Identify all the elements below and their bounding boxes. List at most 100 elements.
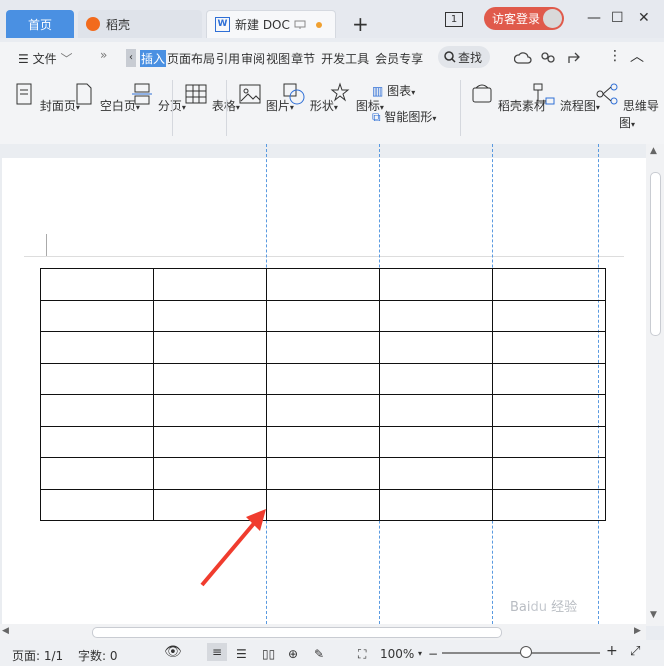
page-view-icon[interactable]: ≡ xyxy=(207,643,227,661)
fullscreen-icon[interactable]: ⤢ xyxy=(630,644,640,659)
page-indicator[interactable]: 页面: 1/1 xyxy=(12,647,63,664)
tab-view[interactable]: 视图 xyxy=(266,50,290,67)
ribbon-scroll-right-icon[interactable]: › xyxy=(650,102,654,113)
reading-view-icon[interactable]: ▯▯ xyxy=(262,647,275,661)
outline-view-icon[interactable]: ☰ xyxy=(236,647,247,661)
tab-member[interactable]: 会员专享 xyxy=(375,50,423,67)
word-count[interactable]: 字数: 0 xyxy=(78,647,118,664)
table-cell[interactable] xyxy=(153,394,267,427)
window-count-badge[interactable]: 1 xyxy=(445,12,463,27)
new-tab-button[interactable]: + xyxy=(352,12,369,36)
table-cell[interactable] xyxy=(40,299,154,332)
table-row[interactable] xyxy=(40,394,606,427)
table-cell[interactable] xyxy=(266,394,380,427)
table-cell[interactable] xyxy=(40,394,154,427)
web-view-icon[interactable]: ⊕ xyxy=(288,647,298,661)
table-cell[interactable] xyxy=(40,457,154,490)
tab-insert[interactable]: 插入 xyxy=(140,50,167,67)
table-cell[interactable] xyxy=(492,299,606,332)
table-row[interactable] xyxy=(40,457,606,490)
tab-home[interactable]: 首页 xyxy=(6,10,74,38)
fit-page-icon[interactable]: ⛶ xyxy=(358,647,366,662)
table-cell[interactable] xyxy=(266,425,380,458)
table-cell[interactable] xyxy=(379,268,493,301)
table-row[interactable] xyxy=(40,299,606,332)
horizontal-scrollbar[interactable]: ◀ ▶ xyxy=(0,624,646,640)
file-menu-button[interactable]: ☰ 文件 ﹀ xyxy=(18,50,72,67)
minimize-button[interactable]: — xyxy=(587,10,601,26)
scroll-left-icon[interactable]: ◀ xyxy=(2,626,9,636)
table-cell[interactable] xyxy=(153,268,267,301)
table-cell[interactable] xyxy=(153,425,267,458)
table-cell[interactable] xyxy=(153,331,267,364)
table-cell[interactable] xyxy=(492,425,606,458)
table-cell[interactable] xyxy=(266,362,380,395)
table-cell[interactable] xyxy=(266,488,380,521)
close-button[interactable]: ✕ xyxy=(638,10,650,26)
login-button[interactable]: 访客登录 xyxy=(484,7,564,30)
zoom-in-icon[interactable]: + xyxy=(606,643,618,659)
tab-developer[interactable]: 开发工具 xyxy=(321,50,369,67)
zoom-slider-knob[interactable] xyxy=(520,646,532,658)
table-cell[interactable] xyxy=(379,331,493,364)
table-cell[interactable] xyxy=(153,299,267,332)
table-row[interactable] xyxy=(40,425,606,458)
eye-protection-icon[interactable]: 👁 xyxy=(164,644,182,660)
tab-references[interactable]: 引用 xyxy=(216,50,240,67)
document-table[interactable] xyxy=(40,268,606,521)
table-cell[interactable] xyxy=(379,425,493,458)
collapse-ribbon-icon[interactable]: ︿ xyxy=(630,46,644,66)
table-cell[interactable] xyxy=(492,394,606,427)
table-cell[interactable] xyxy=(40,362,154,395)
table-cell[interactable] xyxy=(379,299,493,332)
table-row[interactable] xyxy=(40,362,606,395)
table-cell[interactable] xyxy=(379,457,493,490)
table-cell[interactable] xyxy=(379,362,493,395)
table-row[interactable] xyxy=(40,331,606,364)
table-cell[interactable] xyxy=(40,331,154,364)
table-cell[interactable] xyxy=(40,488,154,521)
page-break-button[interactable]: 分页▾ xyxy=(130,82,186,114)
table-cell[interactable] xyxy=(266,299,380,332)
pen-icon[interactable]: ✎ xyxy=(314,647,324,661)
zoom-out-icon[interactable]: − xyxy=(428,647,438,661)
vertical-scroll-thumb[interactable] xyxy=(650,172,661,336)
scroll-down-icon[interactable]: ▼ xyxy=(650,610,657,620)
scroll-up-icon[interactable]: ▲ xyxy=(650,146,657,156)
more-options-icon[interactable]: ⋮ xyxy=(608,48,622,64)
share-icon[interactable] xyxy=(566,50,582,66)
search-button[interactable]: 查找 xyxy=(438,46,490,68)
table-cell[interactable] xyxy=(492,362,606,395)
table-cell[interactable] xyxy=(153,457,267,490)
tab-daoke[interactable]: 稻壳 xyxy=(78,10,202,38)
table-cell[interactable] xyxy=(266,268,380,301)
collaborate-icon[interactable] xyxy=(540,50,556,66)
zoom-level[interactable]: 100% xyxy=(380,647,414,661)
document-area[interactable] xyxy=(0,144,646,624)
maximize-button[interactable]: ☐ xyxy=(611,10,624,26)
cover-page-button[interactable]: 封面页▾ xyxy=(12,82,80,114)
table-cell[interactable] xyxy=(379,488,493,521)
tab-page-layout[interactable]: 页面布局 xyxy=(167,50,215,67)
vertical-scrollbar[interactable]: ▲ ▼ xyxy=(646,144,664,626)
more-tabs-icon[interactable]: » xyxy=(100,48,107,62)
tab-chapter[interactable]: 章节 xyxy=(291,50,315,67)
horizontal-scroll-thumb[interactable] xyxy=(92,627,502,638)
tab-document[interactable]: W 新建 DOC xyxy=(206,10,336,38)
table-cell[interactable] xyxy=(266,457,380,490)
table-cell[interactable] xyxy=(492,268,606,301)
cloud-sync-icon[interactable] xyxy=(514,51,532,65)
scroll-right-icon[interactable]: ▶ xyxy=(634,626,641,636)
table-row[interactable] xyxy=(40,268,606,301)
tab-review[interactable]: 审阅 xyxy=(241,50,265,67)
smart-art-button[interactable]: ⧉ 智能图形▾ xyxy=(372,108,436,125)
table-cell[interactable] xyxy=(492,488,606,521)
table-cell[interactable] xyxy=(153,362,267,395)
document-page[interactable] xyxy=(2,144,646,624)
scroll-left-icon[interactable]: ‹ xyxy=(126,49,136,67)
table-button[interactable]: 表格▾ xyxy=(184,82,240,114)
table-cell[interactable] xyxy=(40,425,154,458)
table-cell[interactable] xyxy=(492,457,606,490)
table-cell[interactable] xyxy=(266,331,380,364)
zoom-dropdown-icon[interactable]: ▾ xyxy=(418,649,422,658)
